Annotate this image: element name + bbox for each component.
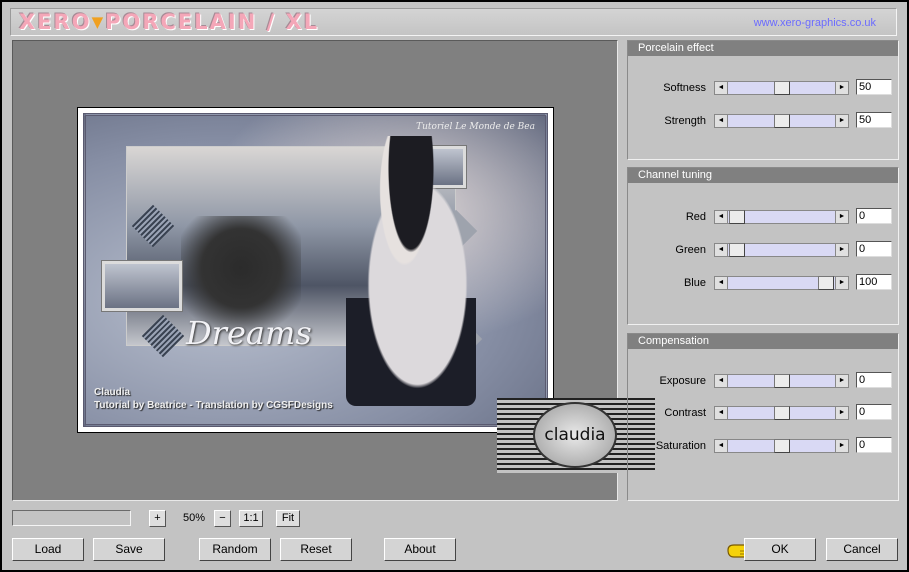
cancel-button[interactable]: Cancel	[826, 538, 898, 561]
arrow-right-icon[interactable]: ►	[835, 439, 849, 453]
contrast-slider[interactable]: ◄ ►	[714, 406, 849, 420]
progress-bar	[12, 510, 131, 526]
saturation-input[interactable]: 0	[856, 437, 892, 453]
arrow-left-icon[interactable]: ◄	[714, 276, 728, 290]
zoom-level: 50%	[169, 510, 219, 527]
arrow-left-icon[interactable]: ◄	[714, 374, 728, 388]
exposure-input[interactable]: 0	[856, 372, 892, 388]
plugin-window: XERO▼PORCELAIN / XL www.xero-graphics.co…	[2, 2, 907, 570]
thumbnail-frame	[101, 260, 183, 312]
watermark-text: Tutoriel Le Monde de Bea	[416, 122, 535, 132]
credit-text: Claudia Tutorial by Beatrice - Translati…	[94, 386, 333, 412]
contrast-input[interactable]: 0	[856, 404, 892, 420]
save-button[interactable]: Save	[93, 538, 165, 561]
slider-row-red: Red ◄ ► 0	[628, 208, 898, 224]
credit-line1: Claudia	[94, 387, 131, 398]
arrow-right-icon[interactable]: ►	[835, 406, 849, 420]
zoom-in-button[interactable]: +	[149, 510, 166, 527]
slider-row-contrast: Contrast ◄ ► 0	[628, 404, 898, 420]
slider-thumb[interactable]	[729, 243, 745, 257]
arrow-left-icon[interactable]: ◄	[714, 81, 728, 95]
arrow-left-icon[interactable]: ◄	[714, 439, 728, 453]
logo-part2: PORCELAIN / XL	[105, 10, 320, 34]
ok-button[interactable]: OK	[744, 538, 816, 561]
red-slider[interactable]: ◄ ►	[714, 210, 849, 224]
slider-thumb[interactable]	[774, 114, 790, 128]
saturation-slider[interactable]: ◄ ►	[714, 439, 849, 453]
arrow-right-icon[interactable]: ►	[835, 81, 849, 95]
green-input[interactable]: 0	[856, 241, 892, 257]
panel-compensation: Compensation Exposure ◄ ► 0 Contrast ◄ ►…	[627, 333, 899, 501]
slider-row-strength: Strength ◄ ► 50	[628, 112, 898, 128]
watermark-circle: claudia	[533, 402, 617, 468]
arrow-right-icon[interactable]: ►	[835, 374, 849, 388]
softness-input[interactable]: 50	[856, 79, 892, 95]
woman-figure	[346, 136, 476, 406]
slider-thumb[interactable]	[774, 439, 790, 453]
panel-title: Compensation	[628, 334, 898, 349]
slider-thumb[interactable]	[774, 374, 790, 388]
blue-slider[interactable]: ◄ ►	[714, 276, 849, 290]
exposure-slider[interactable]: ◄ ►	[714, 374, 849, 388]
about-button[interactable]: About	[384, 538, 456, 561]
blue-input[interactable]: 100	[856, 274, 892, 290]
slider-label: Red	[685, 211, 706, 223]
slider-row-green: Green ◄ ► 0	[628, 241, 898, 257]
arrow-left-icon[interactable]: ◄	[714, 114, 728, 128]
slider-label: Green	[675, 244, 706, 256]
website-link[interactable]: www.xero-graphics.co.uk	[754, 17, 876, 29]
arrow-left-icon[interactable]: ◄	[714, 406, 728, 420]
slider-label: Exposure	[659, 375, 706, 387]
slider-thumb[interactable]	[729, 210, 745, 224]
slider-row-softness: Softness ◄ ► 50	[628, 79, 898, 95]
arrow-left-icon[interactable]: ◄	[714, 243, 728, 257]
slider-row-saturation: Saturation ◄ ► 0	[628, 437, 898, 453]
arrow-right-icon[interactable]: ►	[835, 276, 849, 290]
random-button[interactable]: Random	[199, 538, 271, 561]
slider-label: Contrast	[664, 407, 706, 419]
logo-part1: XERO	[19, 10, 92, 34]
panel-title: Channel tuning	[628, 168, 898, 183]
slider-thumb[interactable]	[818, 276, 834, 290]
title-banner: XERO▼PORCELAIN / XL www.xero-graphics.co…	[10, 8, 897, 36]
strength-input[interactable]: 50	[856, 112, 892, 128]
arrow-left-icon[interactable]: ◄	[714, 210, 728, 224]
panel-title: Porcelain effect	[628, 41, 898, 56]
slider-label: Softness	[663, 82, 706, 94]
slider-thumb[interactable]	[774, 81, 790, 95]
arrow-right-icon[interactable]: ►	[835, 210, 849, 224]
green-slider[interactable]: ◄ ►	[714, 243, 849, 257]
preview-image: Tutoriel Le Monde de Bea Dreams Claudia …	[77, 107, 554, 433]
reset-button[interactable]: Reset	[280, 538, 352, 561]
panel-channel-tuning: Channel tuning Red ◄ ► 0 Green ◄ ► 0 Blu…	[627, 167, 899, 325]
zoom-fit-button[interactable]: Fit	[276, 510, 300, 527]
slider-label: Saturation	[655, 440, 706, 452]
dreams-title: Dreams	[186, 314, 312, 352]
red-input[interactable]: 0	[856, 208, 892, 224]
softness-slider[interactable]: ◄ ►	[714, 81, 849, 95]
preview-artwork: Tutoriel Le Monde de Bea Dreams Claudia …	[83, 113, 548, 427]
zoom-actual-size-button[interactable]: 1:1	[239, 510, 263, 527]
app-logo: XERO▼PORCELAIN / XL	[19, 10, 319, 34]
slider-row-blue: Blue ◄ ► 100	[628, 274, 898, 290]
slider-label: Blue	[683, 277, 706, 289]
slider-label: Strength	[664, 115, 706, 127]
load-button[interactable]: Load	[12, 538, 84, 561]
panel-porcelain-effect: Porcelain effect Softness ◄ ► 50 Strengt…	[627, 40, 899, 160]
slider-thumb[interactable]	[774, 406, 790, 420]
arrow-right-icon[interactable]: ►	[835, 114, 849, 128]
strength-slider[interactable]: ◄ ►	[714, 114, 849, 128]
logo-triangle-icon: ▼	[91, 13, 106, 31]
zoom-out-button[interactable]: −	[214, 510, 231, 527]
credit-line2: Tutorial by Beatrice - Translation by CG…	[94, 400, 333, 411]
arrow-right-icon[interactable]: ►	[835, 243, 849, 257]
slider-row-exposure: Exposure ◄ ► 0	[628, 372, 898, 388]
